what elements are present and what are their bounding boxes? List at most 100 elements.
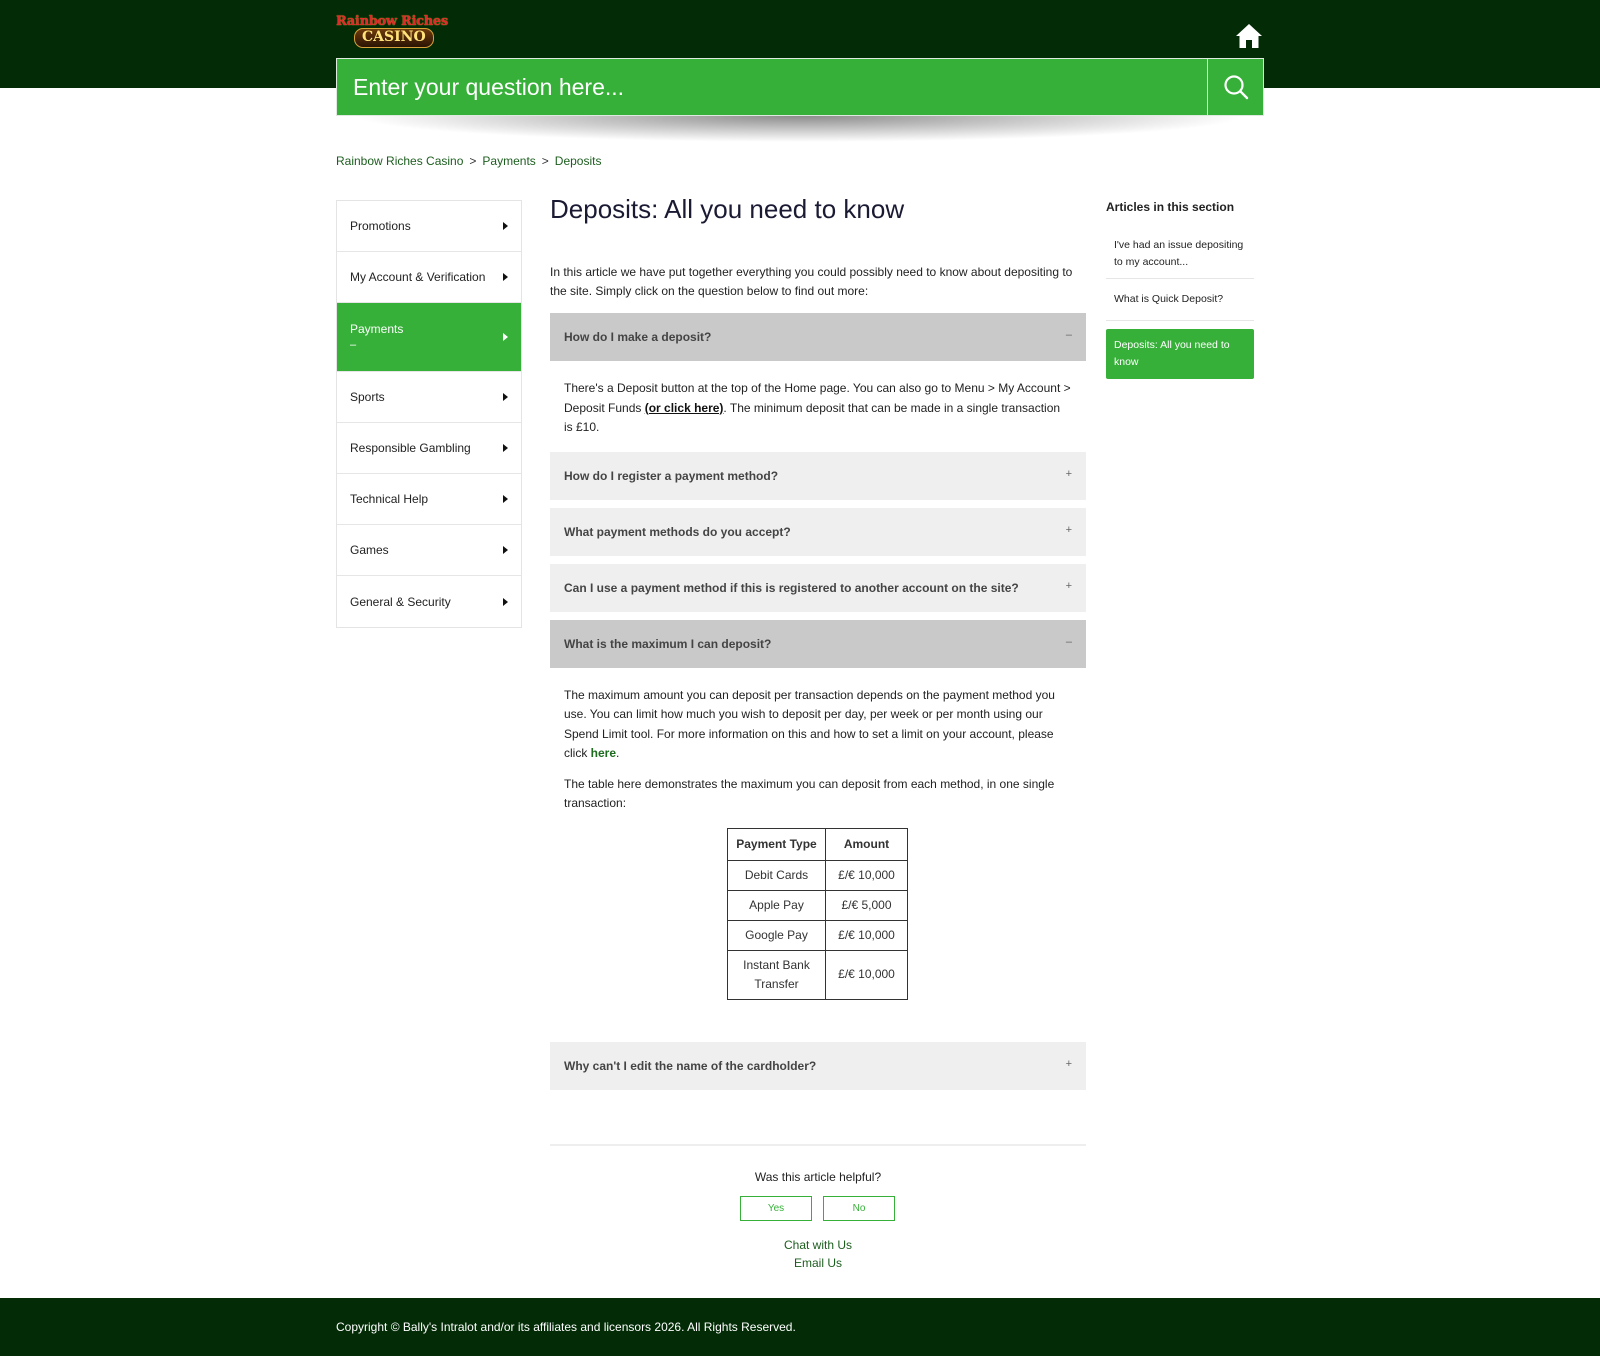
nav-item-games[interactable]: Games bbox=[337, 525, 521, 576]
faq-question-text: Why can't I edit the name of the cardhol… bbox=[564, 1058, 817, 1073]
nav-item-sports[interactable]: Sports bbox=[337, 372, 521, 423]
breadcrumb-home[interactable]: Rainbow Riches Casino bbox=[336, 154, 463, 168]
faq-item: Can I use a payment method if this is re… bbox=[550, 563, 1086, 612]
answer-text: The maximum amount you can deposit per t… bbox=[564, 687, 1055, 761]
nav-item-label: My Account & Verification bbox=[350, 270, 486, 284]
expand-icon: + bbox=[1065, 523, 1072, 536]
page: Rainbow Riches CASINO Rainbow Riches Cas… bbox=[0, 0, 1600, 1356]
faq-question-payment-methods[interactable]: What payment methods do you accept? + bbox=[550, 507, 1086, 556]
caret-right-icon bbox=[503, 393, 508, 401]
caret-right-icon bbox=[503, 444, 508, 452]
helpful-question: Was this article helpful? bbox=[754, 1170, 882, 1184]
nav-item-my-account[interactable]: My Account & Verification bbox=[337, 252, 521, 303]
answer-text: . bbox=[616, 746, 620, 760]
search-bar bbox=[336, 58, 1264, 116]
table-intro: The table here demonstrates the maximum … bbox=[564, 776, 1055, 811]
table-cell: £/€ 5,000 bbox=[825, 889, 908, 921]
nav-item-label: Promotions bbox=[350, 219, 411, 233]
faq-question-text: What payment methods do you accept? bbox=[564, 524, 791, 539]
section-articles-list: I've had an issue depositing to my accou… bbox=[1106, 230, 1254, 379]
faq-question-another-account[interactable]: Can I use a payment method if this is re… bbox=[550, 563, 1086, 612]
faq-item: How do I register a payment method? + bbox=[550, 451, 1086, 500]
logo-wordmark: Rainbow Riches bbox=[336, 14, 448, 29]
table-header: Payment Type bbox=[727, 827, 826, 861]
answer-paragraph: The maximum amount you can deposit per t… bbox=[564, 686, 1072, 764]
table-row: Apple Pay £/€ 5,000 bbox=[727, 889, 908, 921]
expand-icon: + bbox=[1065, 467, 1072, 480]
home-button[interactable] bbox=[1234, 22, 1264, 50]
deposit-limits-table: Payment Type Amount Debit Cards £/€ 10,0… bbox=[727, 827, 908, 1000]
nav-item-label: Sports bbox=[350, 390, 385, 404]
table-cell: £/€ 10,000 bbox=[825, 949, 908, 1000]
nav-item-label: Payments bbox=[350, 322, 404, 336]
breadcrumb-payments[interactable]: Payments bbox=[482, 154, 535, 168]
faq-item: How do I make a deposit? – There's a Dep… bbox=[550, 313, 1086, 444]
table-row: Google Pay £/€ 10,000 bbox=[727, 919, 908, 951]
breadcrumb-deposits[interactable]: Deposits bbox=[555, 154, 602, 168]
faq-question-register-method[interactable]: How do I register a payment method? + bbox=[550, 451, 1086, 500]
table-row: Debit Cards £/€ 10,000 bbox=[727, 859, 908, 891]
faq-item: What is the maximum I can deposit? – The… bbox=[550, 619, 1086, 1042]
expand-icon: + bbox=[1065, 579, 1072, 592]
section-articles: Articles in this section I've had an iss… bbox=[1106, 200, 1254, 379]
caret-right-icon bbox=[503, 273, 508, 281]
section-article-link-current[interactable]: Deposits: All you need to know bbox=[1106, 329, 1254, 379]
helpful-yes-button[interactable]: Yes bbox=[740, 1196, 812, 1221]
faq-question-text: How do I make a deposit? bbox=[564, 330, 712, 344]
article-divider bbox=[550, 1144, 1086, 1146]
table-row: Instant Bank Transfer £/€ 10,000 bbox=[727, 949, 908, 1000]
search-icon bbox=[1223, 75, 1248, 100]
category-nav: Promotions My Account & Verification Pay… bbox=[336, 200, 522, 628]
nav-item-promotions[interactable]: Promotions bbox=[337, 201, 521, 252]
faq-question-make-deposit[interactable]: How do I make a deposit? – bbox=[550, 313, 1086, 361]
nav-item-label: Technical Help bbox=[350, 492, 429, 506]
faq-question-maximum-deposit[interactable]: What is the maximum I can deposit? – bbox=[550, 619, 1086, 668]
nav-item-label: Games bbox=[350, 543, 389, 557]
nav-item-general-security[interactable]: General & Security bbox=[337, 576, 521, 627]
search-shadow bbox=[356, 116, 1244, 142]
collapse-icon: – bbox=[1065, 329, 1072, 341]
article-intro: In this article we have put together eve… bbox=[550, 265, 1073, 298]
faq-question-cardholder-name[interactable]: Why can't I edit the name of the cardhol… bbox=[550, 1041, 1086, 1090]
table-cell: Debit Cards bbox=[727, 859, 826, 891]
expand-icon: + bbox=[1065, 1057, 1072, 1070]
table-header: Amount bbox=[825, 827, 908, 861]
nav-item-technical-help[interactable]: Technical Help bbox=[337, 474, 521, 525]
search-input[interactable] bbox=[337, 59, 1207, 115]
faq-answer: There's a Deposit button at the top of t… bbox=[550, 361, 1086, 444]
caret-right-icon bbox=[503, 546, 508, 554]
faq-item: What payment methods do you accept? + bbox=[550, 507, 1086, 556]
article: Deposits: All you need to know In this a… bbox=[550, 190, 1086, 1090]
nav-item-responsible-gambling[interactable]: Responsible Gambling bbox=[337, 423, 521, 474]
section-article-link[interactable]: I've had an issue depositing to my accou… bbox=[1106, 230, 1254, 279]
caret-right-icon bbox=[503, 333, 508, 341]
email-us-link[interactable]: Email Us bbox=[550, 1256, 1086, 1270]
faq-question-text: Can I use a payment method if this is re… bbox=[564, 580, 1019, 595]
caret-right-icon bbox=[503, 597, 508, 606]
faq-question-text: What is the maximum I can deposit? bbox=[564, 636, 772, 651]
logo-casino-badge: CASINO bbox=[354, 28, 434, 48]
nav-item-label: Responsible Gambling bbox=[350, 441, 471, 455]
nav-item-payments[interactable]: Payments – bbox=[337, 303, 521, 372]
deposit-funds-link[interactable]: (or click here) bbox=[645, 401, 724, 415]
faq-answer: The maximum amount you can deposit per t… bbox=[550, 668, 1086, 1042]
table-cell: Google Pay bbox=[727, 919, 826, 951]
table-cell: Apple Pay bbox=[727, 889, 826, 921]
brand-logo[interactable]: Rainbow Riches CASINO bbox=[336, 14, 460, 50]
section-articles-title: Articles in this section bbox=[1106, 200, 1235, 214]
search-button[interactable] bbox=[1207, 59, 1263, 115]
copyright-text: Copyright © Bally's Intralot and/or its … bbox=[336, 1320, 796, 1334]
home-icon bbox=[1236, 24, 1262, 48]
caret-right-icon bbox=[503, 495, 508, 503]
caret-right-icon bbox=[503, 222, 508, 230]
chat-with-us-link[interactable]: Chat with Us bbox=[550, 1238, 1086, 1252]
breadcrumb-separator: > bbox=[541, 154, 549, 168]
section-article-link[interactable]: What is Quick Deposit? bbox=[1106, 279, 1254, 321]
table-header-row: Payment Type Amount bbox=[727, 827, 908, 861]
faq-question-text: How do I register a payment method? bbox=[564, 468, 779, 483]
breadcrumb: Rainbow Riches Casino > Payments > Deposits bbox=[336, 154, 601, 168]
spend-limit-link[interactable]: here bbox=[591, 746, 616, 760]
faq-item: Why can't I edit the name of the cardhol… bbox=[550, 1041, 1086, 1090]
nav-item-label: General & Security bbox=[350, 594, 451, 609]
helpful-no-button[interactable]: No bbox=[823, 1196, 895, 1221]
